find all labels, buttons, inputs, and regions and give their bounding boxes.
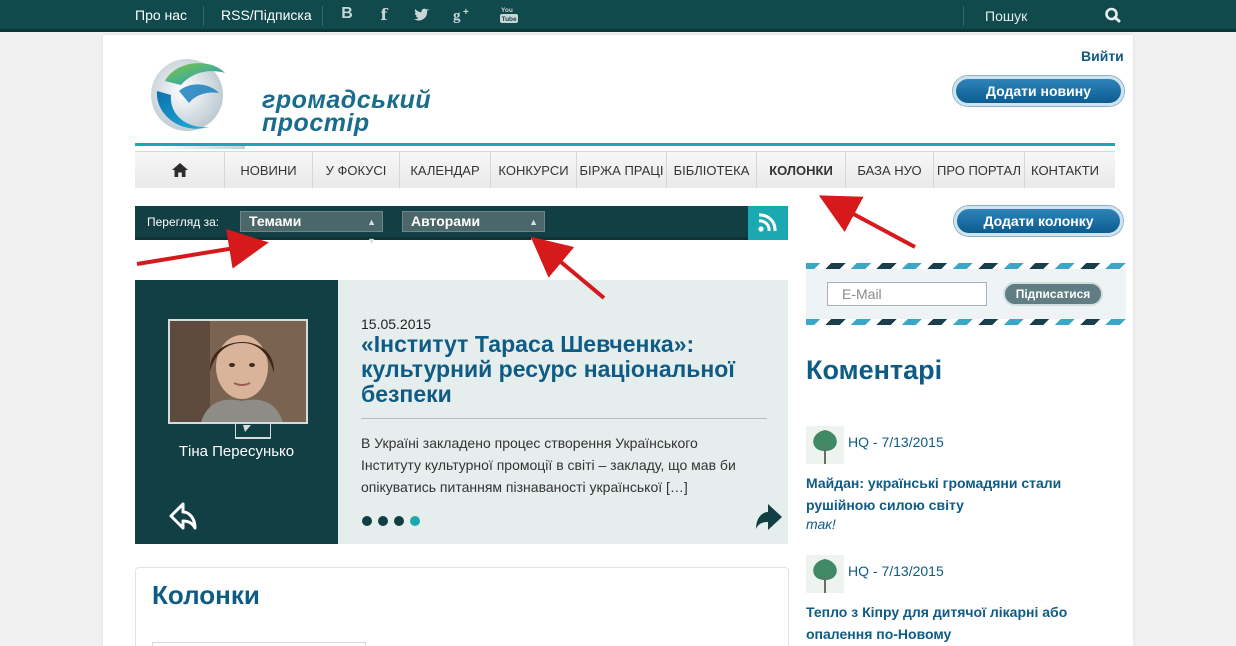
nav-focus[interactable]: У фокусі (313, 152, 400, 188)
article-title[interactable]: «Інститут Тараса Шевченка»: культурний р… (361, 332, 776, 407)
featured-author-panel: Тіна Пересунько (135, 280, 338, 544)
about-link[interactable]: Про нас (135, 7, 187, 23)
email-field[interactable] (827, 282, 987, 306)
header-divider (135, 143, 1115, 146)
article-excerpt: В Україні закладено процес створення Укр… (361, 435, 736, 495)
slide-dot[interactable] (378, 516, 388, 526)
comment-avatar[interactable] (806, 555, 844, 593)
nav-contests[interactable]: Конкурси (491, 152, 577, 188)
prev-arrow-icon[interactable] (165, 500, 199, 539)
article-date: 15.05.2015 (361, 316, 432, 332)
comment-article-link[interactable]: Майдан: українські громадяни стали рушій… (806, 472, 1106, 516)
divider (963, 6, 964, 26)
nav-news[interactable]: Новини (225, 152, 313, 188)
divider (322, 6, 323, 26)
author-name[interactable]: Тіна Пересунько (135, 443, 338, 460)
vkontakte-icon[interactable]: В (336, 5, 358, 23)
nav-calendar[interactable]: Календар (400, 152, 491, 188)
columns-section: Колонки (135, 567, 789, 646)
rss-icon (758, 213, 777, 232)
authors-select-value: Авторами (411, 213, 481, 229)
topics-select-value: Темами (249, 213, 302, 229)
facebook-icon[interactable]: f (373, 5, 395, 24)
next-arrow-icon[interactable] (754, 502, 784, 537)
divider (203, 6, 204, 26)
search-input[interactable] (985, 6, 1105, 26)
author-photo[interactable] (168, 319, 308, 424)
slider-dots (362, 516, 420, 526)
chevron-down-icon: ▲ ▼ (529, 217, 538, 246)
comment-article-link[interactable]: Тепло з Кіпру для дитячої лікарні або оп… (806, 601, 1106, 645)
logo-globe-icon (151, 59, 225, 131)
logo-wordmark: громадський простір (262, 88, 431, 137)
main-nav: Новини У фокусі Календар Конкурси Біржа … (135, 151, 1115, 188)
add-column-button[interactable]: Додати колонку (954, 206, 1123, 236)
nav-about-portal[interactable]: Про портал (934, 152, 1025, 188)
top-bar: Про нас RSS/Підписка В f g + You Tube (0, 0, 1236, 32)
youtube-icon[interactable]: You Tube (498, 5, 520, 30)
filter-bar: Перегляд за: Темами ▲ ▼ Авторами ▲ ▼ (135, 206, 787, 246)
svg-text:+: + (463, 7, 469, 18)
nav-columns[interactable]: Колонки (757, 152, 846, 188)
logout-link[interactable]: Вийти (1081, 48, 1124, 64)
authors-select[interactable]: Авторами ▲ ▼ (402, 211, 545, 246)
topics-select[interactable]: Темами ▲ ▼ (240, 211, 383, 246)
filter-label: Перегляд за: (147, 215, 220, 229)
twitter-icon[interactable] (411, 5, 433, 27)
chevron-down-icon: ▲ ▼ (367, 217, 376, 246)
envelope-stripe (806, 263, 1126, 269)
divider (361, 418, 767, 419)
nav-library[interactable]: Бібліотека (667, 152, 757, 188)
comment-meta[interactable]: HQ - 7/13/2015 (848, 434, 944, 450)
subscribe-box: Підписатися (806, 263, 1126, 325)
slide-dot-active[interactable] (410, 516, 420, 526)
nav-home[interactable] (135, 152, 225, 188)
speech-bubble-tail-icon (235, 424, 271, 439)
page-panel: громадський простір Вийти Додати новину … (103, 35, 1133, 646)
svg-text:g: g (453, 8, 461, 23)
subscribe-button[interactable]: Підписатися (1003, 282, 1103, 306)
comments-title: Коментарі (806, 355, 943, 385)
comment-meta[interactable]: HQ - 7/13/2015 (848, 563, 944, 579)
site-logo[interactable]: громадський простір (135, 51, 475, 151)
add-news-button[interactable]: Додати новину (953, 76, 1124, 106)
svg-text:Tube: Tube (502, 16, 517, 23)
comment-text: так! (806, 516, 836, 532)
slide-dot[interactable] (362, 516, 372, 526)
rss-subscribe-link[interactable]: RSS/Підписка (221, 7, 312, 23)
rss-button[interactable] (748, 206, 788, 240)
google-plus-icon[interactable]: g + (452, 5, 474, 27)
nav-jobs[interactable]: Біржа праці (577, 152, 667, 188)
envelope-stripe (806, 319, 1126, 325)
comment-avatar[interactable] (806, 426, 844, 464)
logo-line: простір (262, 109, 370, 137)
search-icon[interactable] (1104, 6, 1124, 26)
svg-text:You: You (501, 7, 513, 14)
home-icon (171, 163, 188, 177)
column-item-frame (152, 642, 366, 646)
featured-article: 15.05.2015 «Інститут Тараса Шевченка»: к… (338, 280, 788, 544)
nav-ngo-base[interactable]: База НУО (846, 152, 934, 188)
nav-contacts[interactable]: Контакти (1025, 152, 1105, 188)
slide-dot[interactable] (394, 516, 404, 526)
section-title: Колонки (152, 580, 260, 610)
